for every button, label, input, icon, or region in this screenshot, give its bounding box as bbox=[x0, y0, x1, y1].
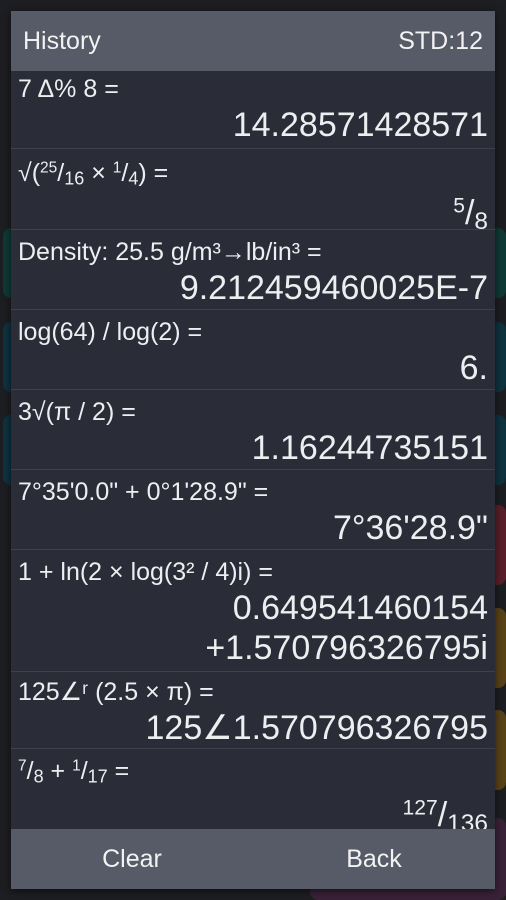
entry-result: 14.28571428571 bbox=[232, 106, 488, 144]
entry-result: 5/8 bbox=[453, 194, 488, 235]
entry-result-real: 0.649541460154 bbox=[232, 589, 488, 627]
history-entry[interactable]: 7 Δ% 8 = 14.28571428571 bbox=[11, 71, 495, 149]
entry-result: 125∠1.570796326795 bbox=[145, 709, 488, 747]
history-entry[interactable]: 1 + ln(2 × log(3² / 4)i) = 0.64954146015… bbox=[11, 550, 495, 672]
clear-button[interactable]: Clear bbox=[11, 829, 253, 889]
entry-expression: √(25/16 × 1/4) = bbox=[18, 159, 169, 189]
display-mode-indicator: STD:12 bbox=[398, 26, 483, 55]
entry-result: 127/136 bbox=[402, 796, 488, 829]
entry-result: 6. bbox=[459, 349, 488, 387]
entry-result-imaginary: +1.570796326795i bbox=[205, 629, 488, 667]
history-entry[interactable]: √(25/16 × 1/4) = 5/8 bbox=[11, 149, 495, 235]
entry-expression: log(64) / log(2) = bbox=[18, 318, 203, 346]
dialog-title: History bbox=[23, 26, 101, 55]
dialog-header: History STD:12 bbox=[11, 11, 495, 71]
history-dialog: History STD:12 7 Δ% 8 = 14.28571428571 √… bbox=[11, 11, 495, 889]
history-list[interactable]: 7 Δ% 8 = 14.28571428571 √(25/16 × 1/4) =… bbox=[11, 71, 495, 829]
history-entry[interactable]: Density: 25.5 g/m³→lb/in³ = 9.2124594600… bbox=[11, 230, 495, 310]
entry-expression: 7 Δ% 8 = bbox=[18, 75, 119, 103]
entry-result: 7°36'28.9" bbox=[332, 509, 488, 547]
entry-result: 1.16244735151 bbox=[251, 429, 488, 467]
entry-expression: Density: 25.5 g/m³→lb/in³ = bbox=[18, 238, 322, 266]
entry-expression: 7/8 + 1/17 = bbox=[18, 757, 130, 787]
history-entry[interactable]: 125∠ʳ (2.5 × π) = 125∠1.570796326795 bbox=[11, 672, 495, 749]
history-entry[interactable]: log(64) / log(2) = 6. bbox=[11, 310, 495, 390]
entry-expression: 7°35'0.0" + 0°1'28.9" = bbox=[18, 478, 269, 506]
entry-expression: 125∠ʳ (2.5 × π) = bbox=[18, 678, 214, 706]
entry-expression: 1 + ln(2 × log(3² / 4)i) = bbox=[18, 558, 273, 586]
back-button[interactable]: Back bbox=[253, 829, 495, 889]
dialog-footer: Clear Back bbox=[11, 829, 495, 889]
history-entry[interactable]: 3√(π / 2) = 1.16244735151 bbox=[11, 390, 495, 470]
entry-expression: 3√(π / 2) = bbox=[18, 398, 136, 426]
history-entry[interactable]: 7/8 + 1/17 = 127/136 bbox=[11, 749, 495, 829]
history-entry[interactable]: 7°35'0.0" + 0°1'28.9" = 7°36'28.9" bbox=[11, 470, 495, 550]
entry-result: 9.212459460025E-7 bbox=[179, 269, 488, 307]
